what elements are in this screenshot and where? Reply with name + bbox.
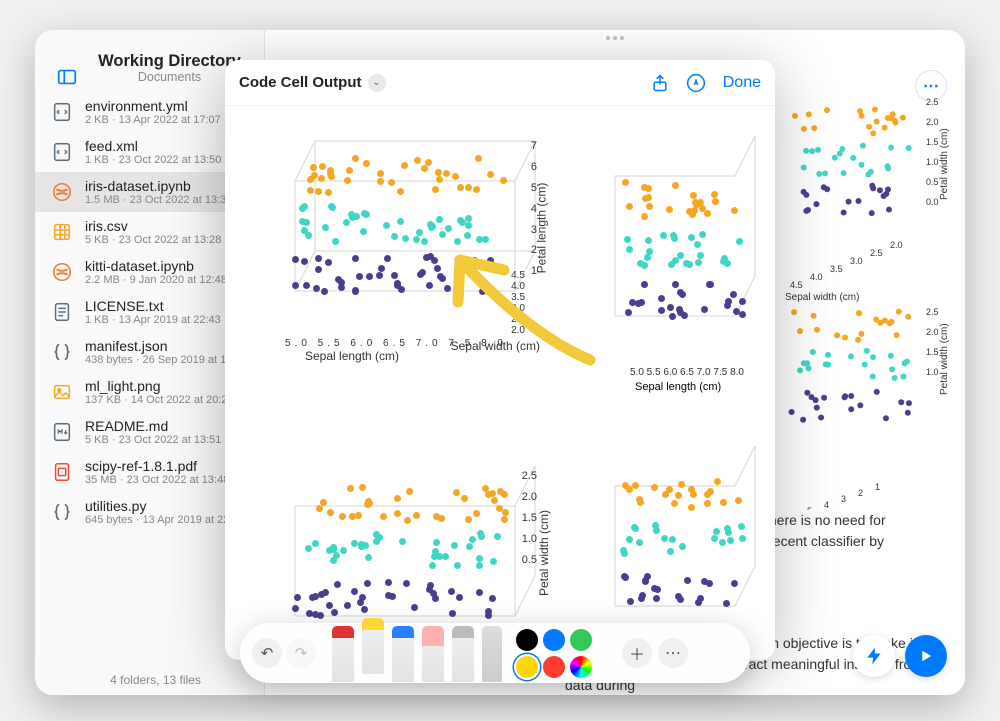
pdf-file-icon — [49, 459, 75, 485]
svg-text:1.0: 1.0 — [926, 367, 939, 377]
image-file-icon — [49, 379, 75, 405]
z-axis-label: Petal width (cm) — [537, 510, 551, 596]
color-blue[interactable] — [543, 629, 565, 651]
ruler-tool[interactable] — [482, 626, 502, 682]
color-black[interactable] — [516, 629, 538, 651]
done-button[interactable]: Done — [723, 74, 761, 92]
svg-text:Petal width (cm): Petal width (cm) — [939, 128, 950, 200]
share-icon — [650, 73, 670, 93]
x-ticks: 5.0 5.5 6.0 6.5 7.0 7.5 8.0 — [630, 367, 744, 378]
dropdown-chevron-icon[interactable]: ⌄ — [368, 74, 386, 92]
pen-tool[interactable] — [332, 626, 354, 682]
toolbar-more-button[interactable]: ⋯ — [658, 638, 688, 668]
svg-text:1.5: 1.5 — [926, 137, 939, 147]
y-axis-label: Sepal width (cm) — [451, 339, 540, 353]
svg-text:4.5: 4.5 — [790, 280, 803, 290]
svg-text:Petal width (cm): Petal width (cm) — [939, 323, 950, 395]
undo-button[interactable]: ↶ — [252, 638, 282, 668]
svg-text:1.0: 1.0 — [926, 157, 939, 167]
color-swatches — [516, 629, 616, 678]
svg-text:1: 1 — [875, 482, 880, 492]
quick-action-button[interactable] — [853, 635, 895, 677]
x2-ticks: 4.5 4.0 3.5 3.0 2.5 2.0 — [483, 270, 525, 336]
modal-body[interactable]: 7654321 Petal length (cm) 5.0 5.5 6.0 6.… — [225, 106, 775, 660]
play-icon — [917, 647, 935, 665]
color-wheel[interactable] — [570, 656, 592, 678]
sidebar-icon — [56, 66, 78, 88]
code-cell-output-modal: Code Cell Output ⌄ Done — [225, 60, 775, 660]
svg-text:2.0: 2.0 — [926, 327, 939, 337]
z-ticks: 2.52.01.51.00.5 — [522, 466, 537, 570]
chart-top-left: 7654321 Petal length (cm) 5.0 5.5 6.0 6.… — [235, 111, 565, 391]
color-yellow[interactable] — [516, 656, 538, 678]
svg-text:3.0: 3.0 — [850, 256, 863, 266]
svg-text:1.5: 1.5 — [926, 347, 939, 357]
svg-text:2.0: 2.0 — [890, 240, 903, 250]
svg-text:0.0: 0.0 — [926, 197, 939, 207]
color-red[interactable] — [543, 656, 565, 678]
markup-icon — [686, 73, 706, 93]
share-button[interactable] — [647, 70, 673, 96]
background-charts: 2.0 2.5 3.0 3.5 4.0 4.5 Sepal width (cm)… — [775, 80, 955, 510]
svg-text:2.0: 2.0 — [926, 117, 939, 127]
svg-text:4: 4 — [824, 500, 829, 510]
bolt-icon — [864, 646, 884, 666]
highlighter-tool[interactable] — [362, 618, 384, 674]
jupyter-file-icon — [49, 179, 75, 205]
modal-header: Code Cell Output ⌄ Done — [225, 60, 775, 106]
tool-picker — [332, 624, 502, 682]
eraser-tool[interactable] — [422, 626, 444, 682]
lasso-tool[interactable] — [452, 626, 474, 682]
redo-button[interactable]: ↷ — [286, 638, 316, 668]
svg-text:0.5: 0.5 — [926, 177, 939, 187]
svg-text:4.0: 4.0 — [810, 272, 823, 282]
svg-text:3.5: 3.5 — [830, 264, 843, 274]
modal-title: Code Cell Output — [239, 74, 362, 91]
z-axis-label: Petal length (cm) — [535, 183, 549, 274]
pencil-tool[interactable] — [392, 626, 414, 682]
chart-top-right: 5.0 5.5 6.0 6.5 7.0 7.5 8.0 Sepal length… — [605, 116, 775, 396]
add-shape-button[interactable]: ＋ — [622, 638, 652, 668]
color-green[interactable] — [570, 629, 592, 651]
table-file-icon — [49, 219, 75, 245]
x-axis-label: Sepal length (cm) — [305, 349, 399, 363]
text-file-icon — [49, 299, 75, 325]
py-file-icon — [49, 499, 75, 525]
svg-text:2.5: 2.5 — [926, 97, 939, 107]
markup-toggle-button[interactable] — [683, 70, 709, 96]
sidebar-toggle-button[interactable] — [50, 60, 84, 94]
svg-text:2: 2 — [858, 488, 863, 498]
markup-toolbar: ↶ ↷ ＋ ⋯ — [240, 623, 750, 683]
background-scatter-icon: 2.0 2.5 3.0 3.5 4.0 4.5 Sepal width (cm)… — [775, 80, 955, 510]
run-button[interactable] — [905, 635, 947, 677]
svg-text:2.5: 2.5 — [870, 248, 883, 258]
svg-text:2.5: 2.5 — [926, 307, 939, 317]
drag-handle-icon[interactable] — [597, 36, 633, 41]
code-file-icon — [49, 139, 75, 165]
code-file-icon — [49, 99, 75, 125]
md-file-icon — [49, 419, 75, 445]
svg-text:Sepal width (cm): Sepal width (cm) — [785, 292, 859, 303]
json-file-icon — [49, 339, 75, 365]
svg-text:3: 3 — [841, 494, 846, 504]
jupyter-file-icon — [49, 259, 75, 285]
sidebar-footer: 4 folders, 13 files — [47, 665, 264, 695]
x-axis-label: Sepal length (cm) — [635, 381, 721, 393]
